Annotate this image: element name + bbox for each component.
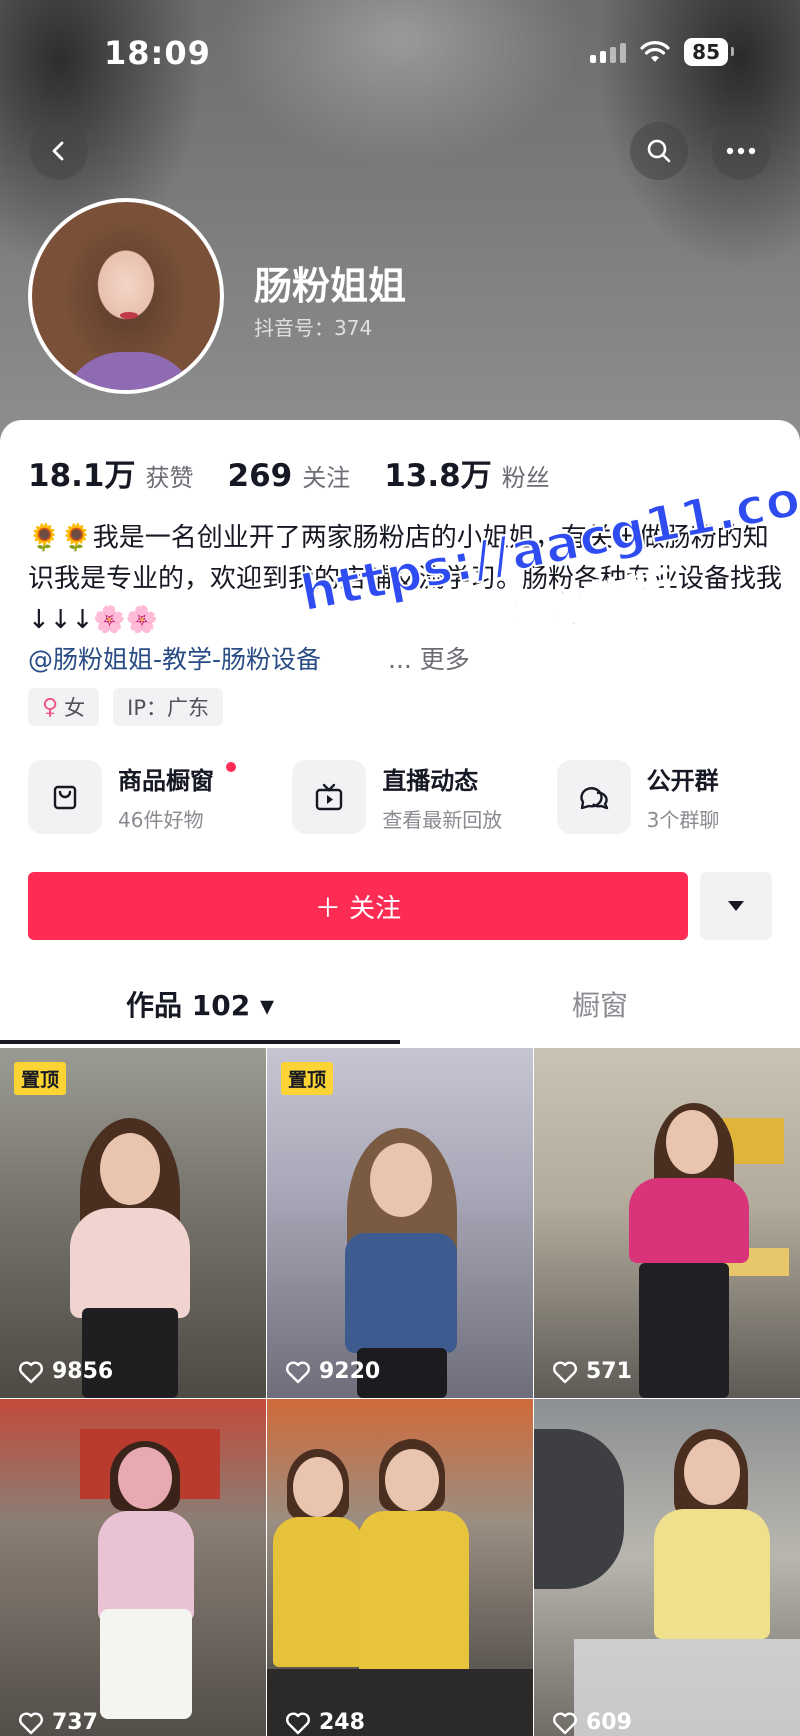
stat-followers-label: 粉丝 xyxy=(501,464,550,492)
video-like-count-value: 9220 xyxy=(319,1359,381,1384)
feature-live-title: 直播动态 xyxy=(382,767,479,795)
heart-icon xyxy=(19,1712,43,1734)
tab-active-indicator xyxy=(0,1040,400,1044)
stat-likes[interactable]: 18.1万 获赞 xyxy=(28,450,194,495)
ip-tag: IP：广东 xyxy=(113,688,223,726)
video-like-count: 609 xyxy=(552,1710,632,1735)
follow-button[interactable]: ＋ 关注 xyxy=(28,872,688,940)
wifi-icon xyxy=(640,41,670,62)
profile-stats: 18.1万 获赞 269 关注 13.8万 粉丝 xyxy=(28,450,550,495)
video-like-count: 9856 xyxy=(18,1359,113,1384)
feature-shortcuts: 商品橱窗 46件好物 直播动态 查看最新回放 公开群 3个群聊 xyxy=(28,760,772,834)
feature-group-sub: 3个群聊 xyxy=(646,808,720,832)
bio-mention-link[interactable]: @肠粉姐姐-教学-肠粉设备 xyxy=(28,640,321,676)
stat-likes-label: 获赞 xyxy=(145,464,194,492)
status-icons: 85 xyxy=(590,38,734,66)
feature-live-sub: 查看最新回放 xyxy=(382,808,503,832)
pinned-badge: 置顶 xyxy=(14,1062,67,1095)
feature-shop-title: 商品橱窗 xyxy=(118,767,214,795)
gender-label: 女 xyxy=(64,696,86,720)
video-like-count-value: 9856 xyxy=(52,1359,114,1384)
video-like-count-value: 571 xyxy=(586,1359,632,1384)
stat-following[interactable]: 269 关注 xyxy=(228,458,351,494)
heart-icon xyxy=(286,1712,310,1734)
video-like-count: 9220 xyxy=(285,1359,380,1384)
ip-label: IP：广东 xyxy=(127,696,209,720)
back-button[interactable] xyxy=(30,122,88,180)
video-thumbnail[interactable]: 737 xyxy=(0,1399,266,1736)
female-icon: ♀ xyxy=(42,694,59,720)
feature-shop-sub: 46件好物 xyxy=(118,808,204,832)
video-like-count: 248 xyxy=(285,1710,365,1735)
stat-likes-value: 18.1万 xyxy=(28,458,136,494)
pinned-badge: 置顶 xyxy=(281,1062,334,1095)
stat-followers[interactable]: 13.8万 粉丝 xyxy=(384,450,550,495)
feature-group[interactable]: 公开群 3个群聊 xyxy=(556,760,772,834)
status-time: 18:09 xyxy=(104,34,211,72)
video-like-count: 737 xyxy=(18,1710,98,1735)
more-options-button[interactable] xyxy=(712,122,770,180)
video-like-count: 571 xyxy=(552,1359,632,1384)
feature-live[interactable]: 直播动态 查看最新回放 xyxy=(292,760,556,834)
video-thumbnail[interactable]: 571 xyxy=(534,1048,800,1398)
video-thumbnail[interactable]: 置顶 9856 xyxy=(0,1048,266,1398)
profile-nickname: 肠粉姐姐 xyxy=(254,264,407,308)
profile-card: 18.1万 获赞 269 关注 13.8万 粉丝 🌻🌻我是一名创业开了两家肠粉店… xyxy=(0,420,800,1736)
heart-icon xyxy=(553,1361,577,1383)
video-thumbnail[interactable]: 248 xyxy=(267,1399,533,1736)
profile-bio: 🌻🌻我是一名创业开了两家肠粉店的小姐姐，有关于做肠粉的知识我是专业的，欢迎到我的… xyxy=(28,523,783,635)
profile-banner: 18:09 85 肠粉姐姐 抖音号：374 xyxy=(0,0,800,440)
stat-followers-value: 13.8万 xyxy=(384,458,492,494)
stat-following-label: 关注 xyxy=(302,464,351,492)
notification-dot xyxy=(226,762,236,772)
follow-dropdown-button[interactable] xyxy=(700,872,772,940)
tab-shop-window[interactable]: 橱窗 xyxy=(400,968,800,1040)
avatar[interactable] xyxy=(28,198,224,394)
heart-icon xyxy=(286,1361,310,1383)
search-icon xyxy=(647,139,671,163)
video-grid: 置顶 9856 置顶 9220 571 737 248 609 xyxy=(0,1048,800,1736)
signal-icon xyxy=(590,41,627,63)
tab-works[interactable]: 作品 102 ▾ xyxy=(0,968,400,1040)
caret-down-icon xyxy=(728,901,744,911)
profile-tabs: 作品 102 ▾ 橱窗 xyxy=(0,968,800,1040)
chat-bubbles-icon xyxy=(556,760,631,834)
heart-icon xyxy=(19,1361,43,1383)
douyin-id: 抖音号：374 xyxy=(254,316,373,340)
profile-tags: ♀ 女 IP：广东 xyxy=(28,688,223,726)
feature-group-title: 公开群 xyxy=(646,767,719,795)
more-dots-icon xyxy=(726,147,756,155)
heart-icon xyxy=(553,1712,577,1734)
stat-following-value: 269 xyxy=(227,458,293,494)
chevron-left-icon xyxy=(52,141,64,161)
video-thumbnail[interactable]: 609 xyxy=(534,1399,800,1736)
bio-more-link[interactable]: ... 更多 xyxy=(388,640,470,676)
video-like-count-value: 609 xyxy=(586,1710,632,1735)
shopping-bag-icon xyxy=(28,760,102,834)
video-like-count-value: 737 xyxy=(52,1710,98,1735)
video-like-count-value: 248 xyxy=(319,1710,365,1735)
gender-tag: ♀ 女 xyxy=(28,688,100,726)
search-button[interactable] xyxy=(630,122,688,180)
video-thumbnail[interactable]: 置顶 9220 xyxy=(267,1048,533,1398)
feature-shop-window[interactable]: 商品橱窗 46件好物 xyxy=(28,760,292,834)
battery-level: 85 xyxy=(684,38,734,66)
tv-icon xyxy=(292,760,367,834)
